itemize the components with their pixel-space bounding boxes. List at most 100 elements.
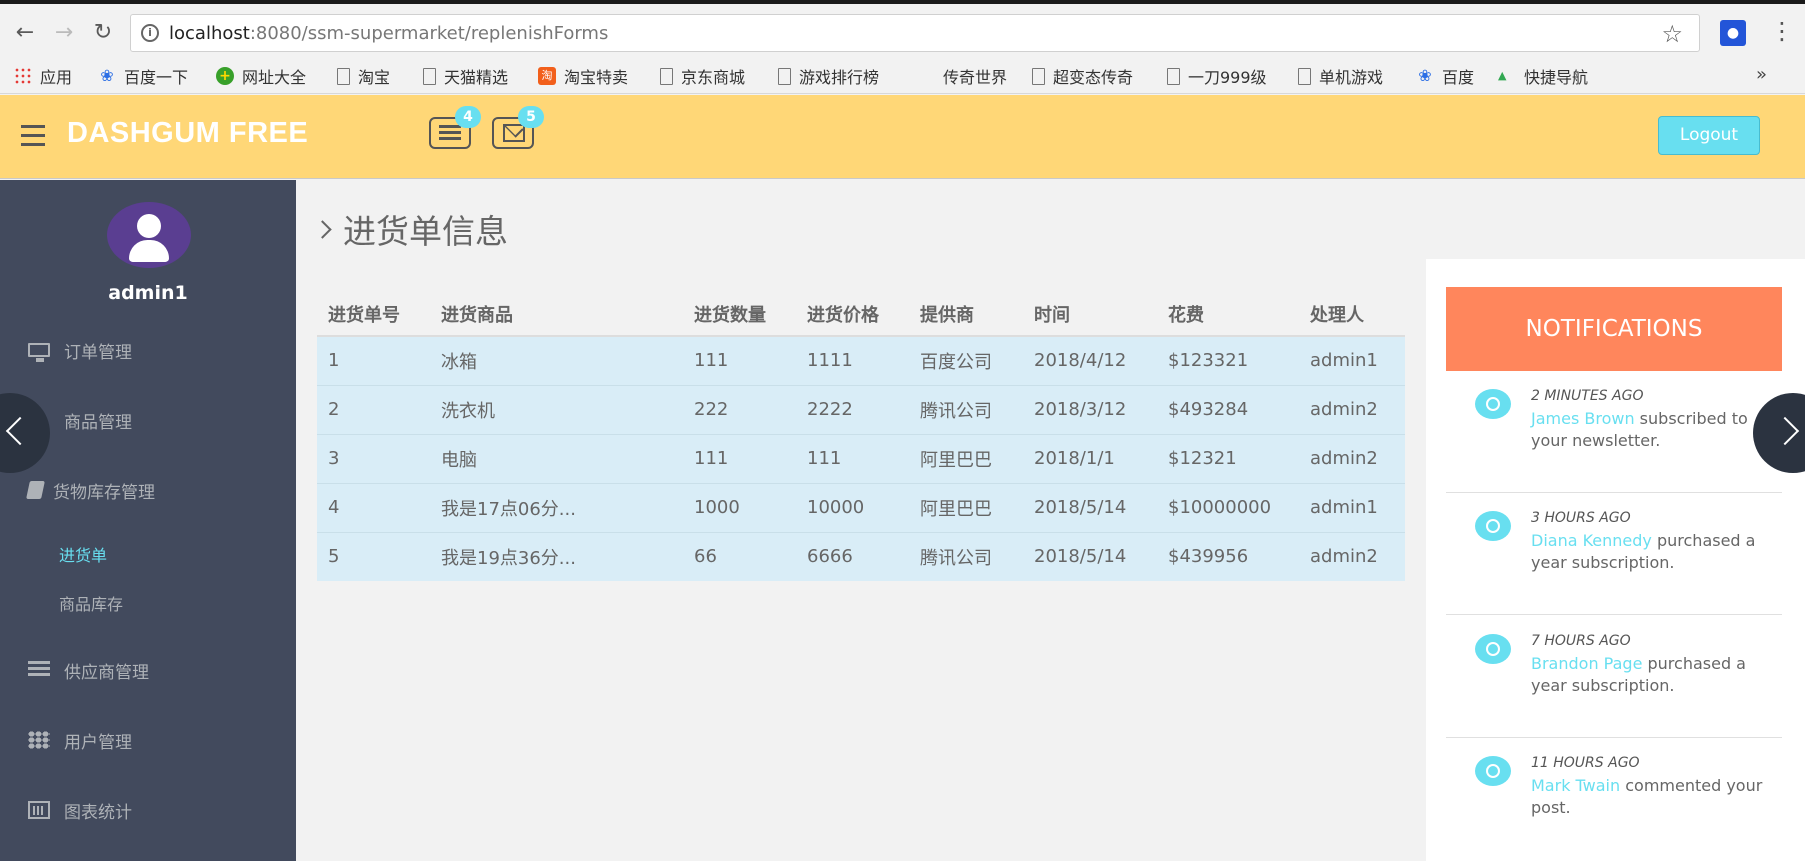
notification-message: Mark Twain commented your post. xyxy=(1531,775,1776,819)
table-row[interactable]: 3 电脑 111 111 阿里巴巴 2018/1/1 $12321 admin2 xyxy=(317,433,1405,483)
notifications-title: NOTIFICATIONS xyxy=(1446,287,1782,371)
cell-date: 2018/3/12 xyxy=(1023,384,1157,434)
cell-supplier: 百度公司 xyxy=(909,335,1023,385)
notification-time: 11 HOURS AGO xyxy=(1531,755,1640,771)
bookmark-label: 京东商城 xyxy=(681,68,746,87)
page-title-text: 进货单信息 xyxy=(343,212,508,251)
avatar[interactable] xyxy=(107,202,191,268)
cell-quantity: 1000 xyxy=(683,482,796,532)
notification-message: Brandon Page purchased a year subscripti… xyxy=(1531,653,1776,697)
cell-quantity: 111 xyxy=(683,433,796,483)
cell-id: 3 xyxy=(317,433,430,483)
column-header: 进货价格 xyxy=(796,292,909,337)
tasks-button[interactable]: 4 xyxy=(429,106,481,149)
bookmark-tmall[interactable]: 天猫精选 xyxy=(423,64,508,88)
notification-user-link[interactable]: Brandon Page xyxy=(1531,654,1642,673)
cell-id: 2 xyxy=(317,384,430,434)
cell-supplier: 腾讯公司 xyxy=(909,384,1023,434)
notification-user-link[interactable]: Diana Kennedy xyxy=(1531,531,1652,550)
sidebar-item-suppliers[interactable]: 供应商管理 xyxy=(0,650,296,690)
sidebar-subitem-stock[interactable]: 商品库存 xyxy=(59,591,123,615)
cell-id: 1 xyxy=(317,335,430,385)
cell-product: 冰箱 xyxy=(430,335,683,385)
bookmark-url-directory[interactable]: + 网址大全 xyxy=(216,64,306,88)
bookmark-jd[interactable]: 京东商城 xyxy=(660,64,745,88)
bookmark-game-rank[interactable]: 游戏排行榜 xyxy=(778,64,879,88)
bookmark-label: 淘宝特卖 xyxy=(564,68,629,87)
bookmark-label: 淘宝 xyxy=(358,68,391,87)
bookmark-star-icon[interactable]: ☆ xyxy=(1661,20,1683,48)
cell-handler: admin2 xyxy=(1299,531,1405,581)
app-logo[interactable]: DASHGUM FREE xyxy=(67,117,308,150)
hamburger-menu-icon[interactable] xyxy=(21,125,45,147)
forward-icon[interactable]: → xyxy=(47,16,81,50)
envelope-icon xyxy=(503,124,525,142)
cell-price: 10000 xyxy=(796,482,909,532)
clock-icon xyxy=(1475,634,1511,664)
browser-menu-icon[interactable]: ⋮ xyxy=(1770,16,1794,46)
tab-strip xyxy=(0,0,1805,4)
cell-cost: $12321 xyxy=(1157,433,1299,483)
bookmark-single-game[interactable]: 单机游戏 xyxy=(1298,64,1383,88)
cell-date: 2018/5/14 xyxy=(1023,531,1157,581)
bookmark-apps[interactable]: 应用 xyxy=(14,64,72,88)
globe-icon: + xyxy=(216,67,234,85)
mail-badge: 5 xyxy=(518,106,544,128)
mail-button[interactable]: 5 xyxy=(492,106,544,149)
cell-price: 1111 xyxy=(796,335,909,385)
table-row[interactable]: 5 我是19点36分... 66 6666 腾讯公司 2018/5/14 $43… xyxy=(317,531,1405,581)
bookmark-legend-world[interactable]: 传奇世界 xyxy=(943,64,1007,88)
logout-button[interactable]: Logout xyxy=(1658,116,1760,155)
bookmark-999[interactable]: 一刀999级 xyxy=(1167,64,1267,88)
page-icon xyxy=(778,67,791,85)
cell-date: 2018/1/1 xyxy=(1023,433,1157,483)
page-icon xyxy=(1167,67,1180,85)
sidebar-item-users[interactable]: 用户管理 xyxy=(0,720,296,760)
bookmarks-bar: 应用 ❀ 百度一下 + 网址大全 淘宝 天猫精选 淘淘宝特卖 京东商城 游戏排行榜 … xyxy=(0,58,1805,94)
clock-icon xyxy=(1475,756,1511,786)
extension-paw-icon[interactable]: ● xyxy=(1720,20,1746,46)
url-text[interactable]: localhost:8080/ssm-supermarket/replenish… xyxy=(169,23,608,44)
cell-cost: $10000000 xyxy=(1157,482,1299,532)
column-header: 进货单号 xyxy=(317,292,430,337)
notification-user-link[interactable]: James Brown xyxy=(1531,409,1635,428)
sidebar-item-label: 用户管理 xyxy=(64,732,132,753)
bookmark-taobao[interactable]: 淘宝 xyxy=(337,64,390,88)
sidebar-item-charts[interactable]: 图表统计 xyxy=(0,790,296,830)
grid-icon xyxy=(28,731,50,749)
bookmark-taobao-sale[interactable]: 淘淘宝特卖 xyxy=(538,64,628,88)
cell-handler: admin1 xyxy=(1299,482,1405,532)
table-row[interactable]: 4 我是17点06分... 1000 10000 阿里巴巴 2018/5/14 … xyxy=(317,482,1405,532)
cell-supplier: 腾讯公司 xyxy=(909,531,1023,581)
bookmark-super-legend[interactable]: 超变态传奇 xyxy=(1032,64,1133,88)
table-row[interactable]: 1 冰箱 111 1111 百度公司 2018/4/12 $123321 adm… xyxy=(317,335,1405,385)
bookmarks-more-icon[interactable]: » xyxy=(1756,64,1767,85)
reload-icon[interactable]: ↻ xyxy=(86,16,120,50)
info-icon[interactable]: i xyxy=(141,24,159,42)
bookmark-baidu[interactable]: ❀ 百度 xyxy=(1416,64,1474,88)
sidebar-item-inventory[interactable]: 货物库存管理 xyxy=(0,470,296,510)
table-row[interactable]: 2 洗衣机 222 2222 腾讯公司 2018/3/12 $493284 ad… xyxy=(317,384,1405,434)
notification-item: 3 HOURS AGO Diana Kennedy purchased a ye… xyxy=(1446,493,1782,615)
clock-icon xyxy=(1475,389,1511,419)
cell-product: 我是19点36分... xyxy=(430,531,683,581)
bookmark-quick-nav[interactable]: ▲ 快捷导航 xyxy=(1498,64,1588,88)
cell-price: 6666 xyxy=(796,531,909,581)
cell-quantity: 66 xyxy=(683,531,796,581)
sidebar-item-label: 图表统计 xyxy=(64,802,132,823)
sidebar-subitem-replenish[interactable]: 进货单 xyxy=(59,542,107,566)
back-icon[interactable]: ← xyxy=(8,16,42,50)
bookmark-label: 网址大全 xyxy=(242,68,307,87)
address-bar[interactable]: i localhost:8080/ssm-supermarket/repleni… xyxy=(130,14,1700,52)
bookmark-label: 百度 xyxy=(1442,68,1475,87)
bookmark-baidu-search[interactable]: ❀ 百度一下 xyxy=(98,64,188,88)
chevron-left-icon xyxy=(5,416,35,446)
sidebar-item-orders[interactable]: 订单管理 xyxy=(0,330,296,370)
tasks-icon xyxy=(439,125,461,141)
notification-item: 2 MINUTES AGO James Brown subscribed to … xyxy=(1446,371,1782,493)
notification-user-link[interactable]: Mark Twain xyxy=(1531,776,1620,795)
notifications-panel: NOTIFICATIONS 2 MINUTES AGO James Brown … xyxy=(1426,259,1805,861)
browser-toolbar: ← → ↻ i localhost:8080/ssm-supermarket/r… xyxy=(0,0,1805,58)
bookmark-label: 快捷导航 xyxy=(1524,68,1589,87)
bookmark-label: 天猫精选 xyxy=(444,68,509,87)
